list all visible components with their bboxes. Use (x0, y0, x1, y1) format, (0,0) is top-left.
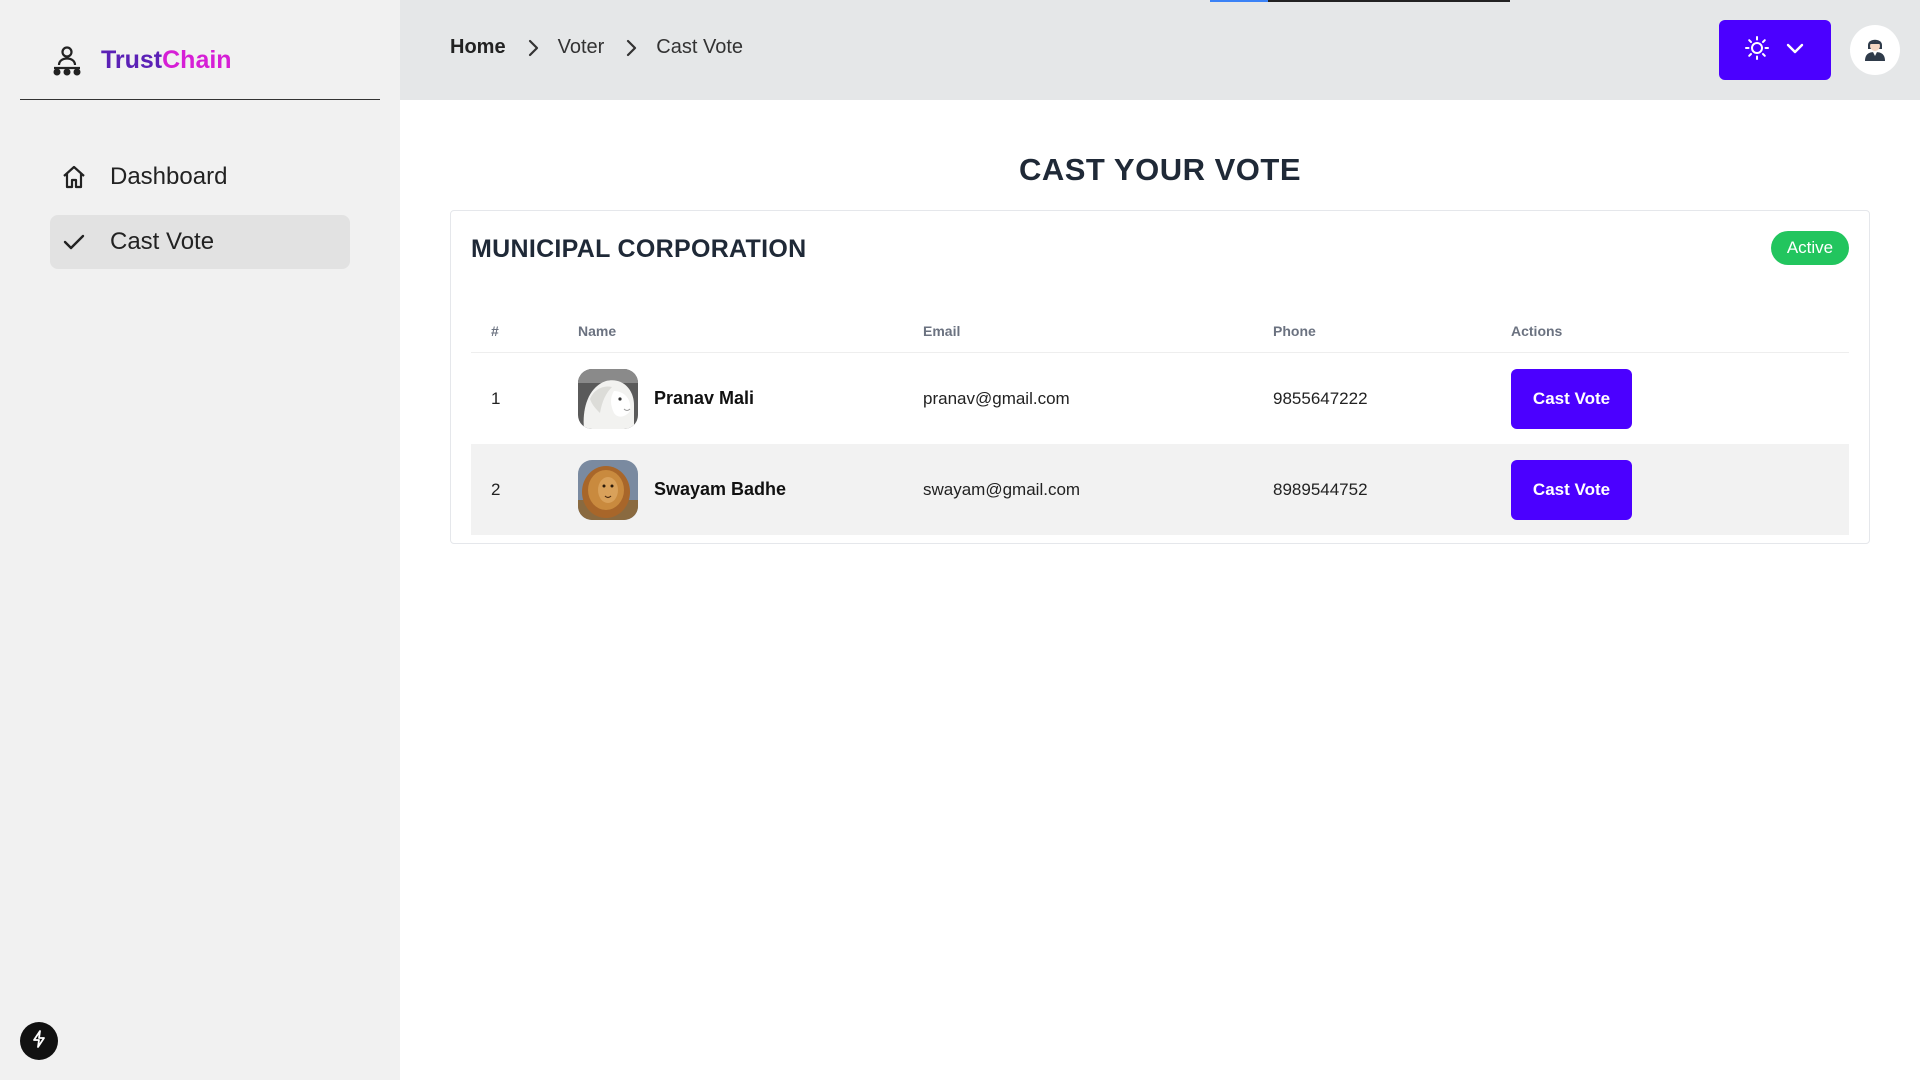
status-badge: Active (1771, 231, 1849, 265)
table-row: 2 Swayam Badhe swayam@gmail.com 89895447… (471, 444, 1849, 535)
user-network-icon (50, 44, 84, 78)
top-bar: Home Voter Cast Vote (400, 0, 1920, 100)
chevron-down-icon (1784, 37, 1806, 64)
breadcrumb-current: Cast Vote (656, 36, 743, 58)
column-header-name: Name (578, 323, 617, 339)
dev-tools-button[interactable] (20, 1022, 58, 1060)
candidate-photo (578, 368, 638, 429)
table-row: 1 Pranav Mali pranav@gmail.com 985564722… (471, 353, 1849, 444)
user-avatar-button[interactable] (1850, 25, 1900, 75)
candidate-email: swayam@gmail.com (923, 479, 1081, 499)
theme-toggle-button[interactable] (1719, 20, 1831, 80)
actions-cell: Cast Vote (1511, 353, 1632, 444)
sidebar-item-label: Dashboard (110, 163, 228, 190)
brand-header: TrustChain (20, 38, 380, 100)
chevron-right-icon (624, 38, 638, 58)
chevron-right-icon (526, 38, 540, 58)
candidate-photo (578, 459, 638, 520)
cast-vote-button[interactable]: Cast Vote (1511, 368, 1632, 429)
election-card: MUNICIPAL CORPORATION Active # Name Emai… (450, 210, 1870, 544)
candidate-name: Pranav Mali (654, 388, 755, 408)
page-title: CAST YOUR VOTE (1018, 152, 1302, 187)
candidate-email: pranav@gmail.com (923, 388, 1070, 408)
candidate-phone: 8989544752 (1273, 479, 1368, 499)
breadcrumb-voter[interactable]: Voter (558, 36, 605, 59)
column-header-phone: Phone (1273, 323, 1316, 339)
election-title: MUNICIPAL CORPORATION (471, 235, 807, 263)
column-header-index: # (491, 323, 499, 339)
brand-name[interactable]: TrustChain (101, 46, 232, 75)
sidebar: TrustChain Dashboard Cast Vote (0, 0, 400, 1080)
sun-icon (1744, 35, 1770, 66)
candidate-phone: 9855647222 (1273, 388, 1368, 408)
actions-cell: Cast Vote (1511, 444, 1632, 535)
brand-name-part2: Chain (162, 46, 232, 74)
lightning-icon (29, 1029, 49, 1054)
column-header-actions: Actions (1511, 323, 1563, 339)
user-avatar-icon (1860, 33, 1890, 68)
candidate-cell: Swayam Badhe (578, 444, 786, 535)
breadcrumb: Home Voter Cast Vote (450, 36, 743, 59)
sidebar-item-dashboard[interactable]: Dashboard (50, 150, 350, 204)
table-header: # Name Email Phone Actions (471, 305, 1849, 353)
sidebar-item-label: Cast Vote (110, 228, 215, 255)
row-index: 1 (491, 388, 501, 408)
candidate-name: Swayam Badhe (654, 479, 787, 499)
row-index: 2 (491, 479, 501, 499)
sidebar-item-cast-vote[interactable]: Cast Vote (50, 215, 350, 269)
check-icon (60, 228, 88, 256)
breadcrumb-home[interactable]: Home (450, 36, 506, 59)
brand-name-part1: Trust (101, 46, 163, 74)
column-header-email: Email (923, 323, 961, 339)
cast-vote-button[interactable]: Cast Vote (1511, 459, 1632, 520)
candidate-cell: Pranav Mali (578, 353, 754, 444)
home-icon (60, 163, 88, 191)
loading-bar-accent (1210, 0, 1268, 2)
